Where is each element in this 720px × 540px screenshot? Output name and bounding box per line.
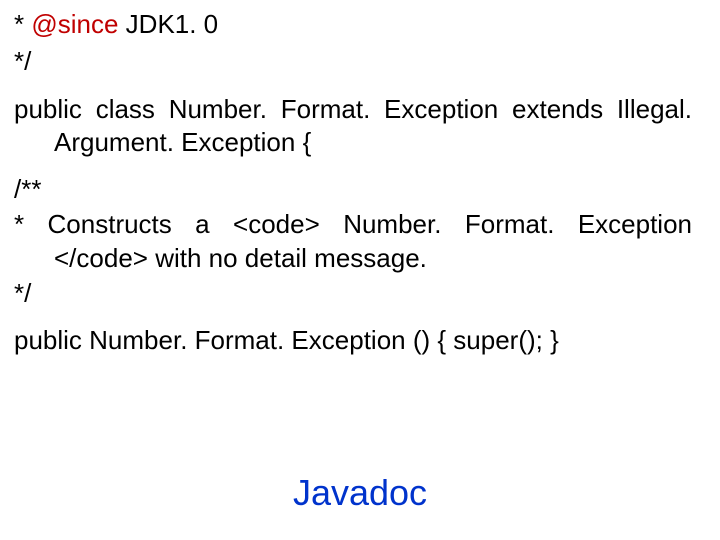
class-decl: public class Number. Format. Exception e… <box>14 93 692 160</box>
javadoc-close: */ <box>14 277 692 310</box>
slide: * @since JDK1. 0 */ public class Number.… <box>0 0 720 540</box>
code-block: * @since JDK1. 0 */ public class Number.… <box>14 8 692 357</box>
since-line: * @since JDK1. 0 <box>14 8 692 41</box>
javadoc-open: /** <box>14 173 692 206</box>
javadoc-body: * Constructs a <code> Number. Format. Ex… <box>14 208 692 275</box>
comment-close-1: */ <box>14 45 692 78</box>
constructor-line: public Number. Format. Exception () { su… <box>14 324 692 357</box>
since-suffix: JDK1. 0 <box>118 9 218 39</box>
slide-title: Javadoc <box>0 472 720 514</box>
since-prefix: * <box>14 9 31 39</box>
since-tag: @since <box>31 9 118 39</box>
